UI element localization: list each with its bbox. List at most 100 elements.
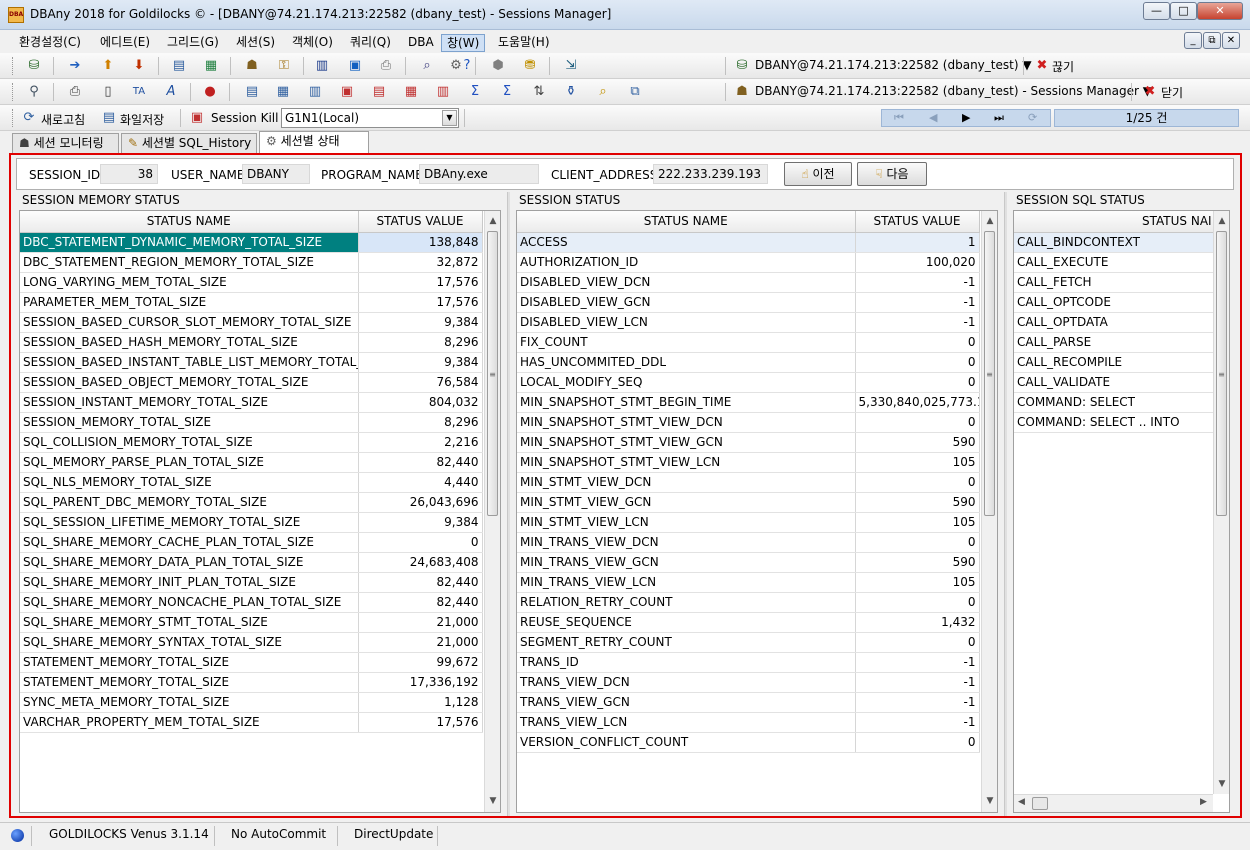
status-value-cell[interactable]: 76,584 (358, 372, 483, 393)
scroll-thumb[interactable]: ≡ (1216, 231, 1227, 516)
status-name-cell[interactable]: TRANS_ID (517, 652, 856, 673)
text-table-icon[interactable]: TA (130, 83, 148, 101)
status-value-cell[interactable]: 2,216 (358, 432, 483, 453)
status-name-cell[interactable]: TRANS_VIEW_LCN (517, 712, 856, 733)
status-name-cell[interactable]: DISABLED_VIEW_DCN (517, 272, 856, 293)
status-value-cell[interactable]: 0 (855, 592, 980, 613)
menu-grid[interactable]: 그리드(G) (162, 34, 224, 52)
status-name-cell[interactable]: COMMAND: SELECT (1014, 392, 1215, 413)
grid-icon-1[interactable]: ▤ (243, 83, 261, 101)
table-row[interactable]: PARAMETER_MEM_TOTAL_SIZE 17,576 (20, 292, 483, 313)
scroll-thumb[interactable]: ≡ (984, 231, 995, 516)
close-tab-icon[interactable]: ✖ (1141, 83, 1159, 101)
status-name-cell[interactable]: MIN_TRANS_VIEW_LCN (517, 572, 856, 593)
status-name-cell[interactable]: SYNC_META_MEMORY_TOTAL_SIZE (20, 692, 359, 713)
bar-chart-icon[interactable]: ▥ (313, 57, 331, 75)
mdi-minimize-button[interactable]: _ (1184, 32, 1202, 49)
report-icon[interactable]: ⎙ (377, 57, 395, 75)
status-name-cell[interactable]: CALL_FETCH (1014, 272, 1215, 293)
sigma-icon[interactable]: Σ (498, 83, 516, 101)
scroll-down-icon[interactable]: ▼ (982, 793, 997, 809)
status-name-cell[interactable]: MIN_SNAPSHOT_STMT_BEGIN_TIME (517, 392, 856, 413)
column-header-status-name[interactable]: STATUS NAME (517, 211, 856, 233)
status-value-cell[interactable]: 0 (855, 632, 980, 653)
mdi-restore-button[interactable]: ⧉ (1203, 32, 1221, 49)
table-row[interactable]: DISABLED_VIEW_GCN -1 (517, 292, 980, 313)
column-header-status-value[interactable]: STATUS VALUE (855, 211, 980, 233)
disconnect-icon[interactable]: ✖ (1033, 57, 1051, 75)
status-value-cell[interactable]: 82,440 (358, 572, 483, 593)
status-value-cell[interactable]: -1 (855, 292, 980, 313)
table-row[interactable]: REUSE_SEQUENCE 1,432 (517, 612, 980, 633)
table-row[interactable]: SQL_SHARE_MEMORY_DATA_PLAN_TOTAL_SIZE 24,… (20, 552, 483, 573)
status-name-cell[interactable]: SQL_COLLISION_MEMORY_TOTAL_SIZE (20, 432, 359, 453)
status-value-cell[interactable]: -1 (855, 692, 980, 713)
table-row[interactable]: CALL_OPTDATA (1014, 312, 1215, 333)
status-value-cell[interactable]: 82,440 (358, 452, 483, 473)
table-row[interactable]: COMMAND: SELECT (1014, 392, 1215, 413)
status-name-cell[interactable]: AUTHORIZATION_ID (517, 252, 856, 273)
session-kill-button[interactable]: Session Kill (211, 111, 278, 125)
session-status-grid[interactable]: STATUS NAME STATUS VALUE ACCESS 1 AUTHORIZ… (516, 210, 998, 813)
disconnect-button[interactable]: 끊기 (1052, 58, 1074, 75)
reload-icon[interactable]: ⟳ (1028, 111, 1037, 124)
status-name-cell[interactable]: SQL_SESSION_LIFETIME_MEMORY_TOTAL_SIZE (20, 512, 359, 533)
status-name-cell[interactable]: CALL_OPTDATA (1014, 312, 1215, 333)
refresh-button[interactable]: 새로고침 (41, 111, 85, 128)
status-value-cell[interactable]: 105 (855, 512, 980, 533)
table-row[interactable]: MIN_SNAPSHOT_STMT_BEGIN_TIME 5,330,840,02… (517, 392, 980, 413)
status-name-cell[interactable]: SESSION_MEMORY_TOTAL_SIZE (20, 412, 359, 433)
status-name-cell[interactable]: TRANS_VIEW_DCN (517, 672, 856, 693)
first-record-icon[interactable]: ⏮ (894, 111, 904, 125)
print-icon[interactable]: ⎙ (66, 83, 84, 101)
tab-session-monitoring[interactable]: ☗ 세션 모니터링 (12, 133, 119, 153)
vertical-scrollbar[interactable]: ▲ ≡ ▼ (484, 211, 500, 812)
table-row[interactable]: SQL_SHARE_MEMORY_INIT_PLAN_TOTAL_SIZE 82,… (20, 572, 483, 593)
status-value-cell[interactable]: 804,032 (358, 392, 483, 413)
status-name-cell[interactable]: MIN_SNAPSHOT_STMT_VIEW_GCN (517, 432, 856, 453)
column-header-status-name[interactable]: STATUS NAI (1014, 211, 1215, 233)
status-value-cell[interactable]: 17,336,192 (358, 672, 483, 693)
table-row[interactable]: TRANS_VIEW_DCN -1 (517, 672, 980, 693)
status-name-cell[interactable]: TRANS_VIEW_GCN (517, 692, 856, 713)
table-row[interactable]: RELATION_RETRY_COUNT 0 (517, 592, 980, 613)
record-icon[interactable]: ● (201, 83, 219, 101)
status-value-cell[interactable]: 8,296 (358, 332, 483, 353)
table-row[interactable]: SQL_COLLISION_MEMORY_TOTAL_SIZE 2,216 (20, 432, 483, 453)
status-name-cell[interactable]: SQL_SHARE_MEMORY_CACHE_PLAN_TOTAL_SIZE (20, 532, 359, 553)
menu-dba[interactable]: DBA (403, 34, 439, 52)
table-row[interactable]: HAS_UNCOMMITED_DDL 0 (517, 352, 980, 373)
table-row[interactable]: AUTHORIZATION_ID 100,020 (517, 252, 980, 273)
status-name-cell[interactable]: DBC_STATEMENT_REGION_MEMORY_TOTAL_SIZE (20, 252, 359, 273)
table-row[interactable]: MIN_TRANS_VIEW_GCN 590 (517, 552, 980, 573)
next-button[interactable]: ☟ 다음 (857, 162, 927, 186)
status-value-cell[interactable]: 9,384 (358, 352, 483, 373)
status-name-cell[interactable]: SQL_SHARE_MEMORY_SYNTAX_TOTAL_SIZE (20, 632, 359, 653)
status-name-cell[interactable]: MIN_TRANS_VIEW_DCN (517, 532, 856, 553)
help-icon[interactable]: ? (458, 57, 476, 75)
table-row[interactable]: CALL_OPTCODE (1014, 292, 1215, 313)
table-row[interactable]: MIN_TRANS_VIEW_DCN 0 (517, 532, 980, 553)
lock-icon[interactable]: ⚿ (275, 57, 293, 75)
status-value-cell[interactable]: 9,384 (358, 312, 483, 333)
status-value-cell[interactable]: 17,576 (358, 712, 483, 733)
scroll-down-icon[interactable]: ▼ (1214, 776, 1229, 792)
memory-status-grid[interactable]: STATUS NAME STATUS VALUE DBC_STATEMENT_D… (19, 210, 501, 813)
status-value-cell[interactable]: 1 (855, 232, 980, 253)
status-name-cell[interactable]: SESSION_BASED_OBJECT_MEMORY_TOTAL_SIZE (20, 372, 359, 393)
table-row[interactable]: SESSION_BASED_HASH_MEMORY_TOTAL_SIZE 8,29… (20, 332, 483, 353)
status-name-cell[interactable]: HAS_UNCOMMITED_DDL (517, 352, 856, 373)
next-record-icon[interactable]: ▶ (962, 111, 970, 124)
status-value-cell[interactable]: 26,043,696 (358, 492, 483, 513)
table-row[interactable]: MIN_STMT_VIEW_LCN 105 (517, 512, 980, 533)
status-value-cell[interactable]: 590 (855, 552, 980, 573)
table-row[interactable]: VARCHAR_PROPERTY_MEM_TOTAL_SIZE 17,576 (20, 712, 483, 733)
status-value-cell[interactable]: 1,128 (358, 692, 483, 713)
status-value-cell[interactable]: 138,848 (358, 232, 483, 253)
status-name-cell[interactable]: SQL_SHARE_MEMORY_NONCACHE_PLAN_TOTAL_SIZ… (20, 592, 359, 613)
status-name-cell[interactable]: SQL_MEMORY_PARSE_PLAN_TOTAL_SIZE (20, 452, 359, 473)
table-row[interactable]: MIN_SNAPSHOT_STMT_VIEW_DCN 0 (517, 412, 980, 433)
scroll-up-icon[interactable]: ▲ (982, 213, 997, 229)
status-value-cell[interactable]: 590 (855, 492, 980, 513)
table-row[interactable]: SQL_SHARE_MEMORY_NONCACHE_PLAN_TOTAL_SIZ… (20, 592, 483, 613)
